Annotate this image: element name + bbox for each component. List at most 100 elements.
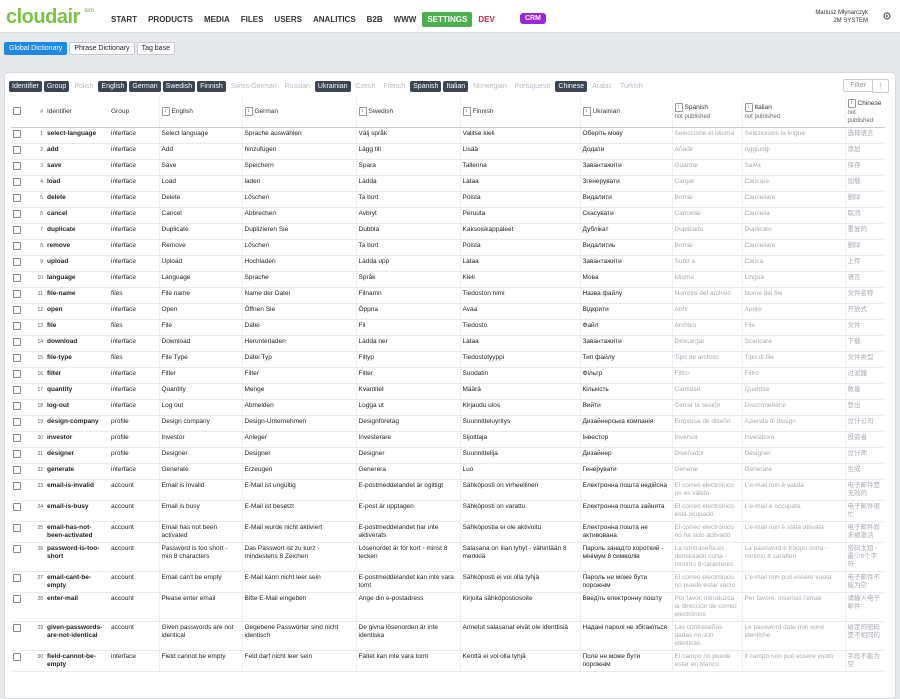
table-row[interactable]: 27 email-cant-be-empty account Email can't … <box>11 571 885 593</box>
table-row[interactable]: 10 language interface Language Sprache Språk K… <box>11 271 885 288</box>
cell-finnish[interactable]: Avaa <box>459 303 580 320</box>
cell-spanish[interactable]: Descargar <box>671 335 742 352</box>
cell-spanish[interactable]: El correo electrónico no es válido <box>671 479 742 501</box>
cell-italian[interactable]: Scaricare <box>741 335 845 352</box>
cell-spanish[interactable]: Generar <box>671 463 742 480</box>
cell-finnish[interactable]: Lataa <box>459 335 580 352</box>
row-checkbox[interactable] <box>13 338 21 346</box>
cell-english[interactable]: Email has not been activated <box>158 521 242 543</box>
cell-italian[interactable]: Nome del file <box>741 287 845 304</box>
cell-swedish[interactable]: Fältet kan inte vara tomt <box>355 650 460 672</box>
cell-finnish[interactable]: Kirjoita sähköpostiosoite <box>459 592 580 622</box>
row-checkbox[interactable] <box>13 624 21 632</box>
table-row[interactable]: 23 email-is-invalid account Email is invali… <box>11 479 885 501</box>
cell-italian[interactable]: Cancellare <box>741 239 845 256</box>
cell-spanish[interactable]: Duplicado <box>671 223 742 240</box>
cell-swedish[interactable]: Ange din e-postadress <box>355 592 460 622</box>
table-row[interactable]: 30 field-cannot-be-empty interface Field ca… <box>11 650 885 672</box>
cell-finnish[interactable]: Kenttä ei voi olla tyhjä <box>459 650 580 672</box>
cell-spanish[interactable]: Nombre del archivo <box>671 287 742 304</box>
lang-toggle-arabic[interactable]: Arabic <box>589 81 615 92</box>
cell-swedish[interactable]: Ladda <box>355 175 460 192</box>
cell-finnish[interactable]: Tiedoston nimi <box>459 287 580 304</box>
nav-b2b[interactable]: B2B <box>362 12 388 27</box>
table-row[interactable]: 26 password-is-too-short account Password i… <box>11 542 885 572</box>
cell-ukrainian[interactable]: Згенерувати <box>579 175 672 192</box>
lang-toggle-norwegian[interactable]: Norwegian <box>470 81 509 92</box>
cell-swedish[interactable]: Ladda ner <box>355 335 460 352</box>
cell-swedish[interactable]: Spara <box>355 159 460 176</box>
cell-italian[interactable]: Aggiungi <box>741 143 845 160</box>
cell-italian[interactable]: Il campo non può essere vuoto <box>741 650 845 672</box>
cell-chinese[interactable]: 上传 <box>844 255 885 272</box>
cell-italian[interactable]: Cancella <box>741 207 845 224</box>
cell-english[interactable]: Cancel <box>158 207 242 224</box>
table-row[interactable]: 29 given-passwords-are-not-identical accou… <box>11 621 885 651</box>
cell-ukrainian[interactable]: Дизайнер <box>579 447 672 464</box>
lang-toggle-ukrainian[interactable]: Ukrainian <box>314 81 351 92</box>
cell-swedish[interactable]: Investerare <box>355 431 460 448</box>
cell-chinese[interactable]: 电子邮件是无效的 <box>844 479 885 501</box>
cell-spanish[interactable]: La contraseña es demasiado corta - mínim… <box>671 542 742 572</box>
row-checkbox[interactable] <box>13 146 21 154</box>
cell-english[interactable]: Save <box>158 159 242 176</box>
table-row[interactable]: 4 load interface Load laden Ladda Lataa Згенеру… <box>11 175 885 192</box>
table-row[interactable]: 15 file-type files File Type Datei Typ Filtyp… <box>11 351 885 368</box>
cell-swedish[interactable]: Öppna <box>355 303 460 320</box>
col-identifier[interactable]: Identifier <box>45 97 109 128</box>
row-checkbox[interactable] <box>13 574 21 582</box>
cell-finnish[interactable]: Kieli <box>459 271 580 288</box>
cell-german[interactable]: E-Mail wurde nicht aktiviert <box>241 521 356 543</box>
nav-files[interactable]: FILES <box>236 12 269 27</box>
cell-swedish[interactable]: Avbryt <box>355 207 460 224</box>
row-checkbox[interactable] <box>13 194 21 202</box>
lang-toggle-portuguese[interactable]: Portuguese <box>512 81 554 92</box>
table-row[interactable]: 22 generate interface Generate Erzeugen Gener… <box>11 463 885 480</box>
cell-ukrainian[interactable]: Завантажити <box>579 159 672 176</box>
cell-spanish[interactable]: Cancelar <box>671 207 742 224</box>
cell-ukrainian[interactable]: Оберіть мову <box>579 127 672 144</box>
cell-finnish[interactable]: Suodatin <box>459 367 580 384</box>
cell-english[interactable]: Design company <box>158 415 242 432</box>
cell-english[interactable]: Email can't be empty <box>158 571 242 593</box>
cell-finnish[interactable]: Tallenna <box>459 159 580 176</box>
cell-ukrainian[interactable]: Електронна пошта не активована <box>579 521 672 543</box>
cell-ukrainian[interactable]: Файл <box>579 319 672 336</box>
cell-finnish[interactable]: Lisää <box>459 143 580 160</box>
cell-italian[interactable]: L'e-mail non è valida <box>741 479 845 501</box>
nav-analitics[interactable]: ANALITICS <box>308 12 361 27</box>
cell-english[interactable]: Email is busy <box>158 500 242 522</box>
row-checkbox[interactable] <box>13 226 21 234</box>
cell-swedish[interactable]: Ta bort <box>355 191 460 208</box>
cell-chinese[interactable]: 给定的密码是不相同的 <box>844 621 885 651</box>
cell-english[interactable]: Quantity <box>158 383 242 400</box>
cell-spanish[interactable]: Tipo de archivo <box>671 351 742 368</box>
cell-finnish[interactable]: Luo <box>459 463 580 480</box>
row-checkbox[interactable] <box>13 290 21 298</box>
cell-english[interactable]: Investor <box>158 431 242 448</box>
cell-finnish[interactable]: Sijoittaja <box>459 431 580 448</box>
cell-english[interactable]: Upload <box>158 255 242 272</box>
table-row[interactable]: 7 duplicate interface Duplicate Duplizieren … <box>11 223 885 240</box>
cell-german[interactable]: Speichern <box>241 159 356 176</box>
row-checkbox[interactable] <box>13 545 21 553</box>
cell-german[interactable]: Bitte E-Mail eingeben <box>241 592 356 622</box>
cell-swedish[interactable]: Filter <box>355 367 460 384</box>
cell-english[interactable]: Field cannot be empty <box>158 650 242 672</box>
lang-toggle-russian[interactable]: Russian <box>282 81 313 92</box>
nav-media[interactable]: MEDIA <box>199 12 235 27</box>
cell-spanish[interactable]: Seleccione el idioma <box>671 127 742 144</box>
cell-italian[interactable]: Selezionare la lingua <box>741 127 845 144</box>
cell-ukrainian[interactable]: Завантажити <box>579 255 672 272</box>
cell-spanish[interactable]: Borrar <box>671 191 742 208</box>
cell-english[interactable]: Add <box>158 143 242 160</box>
row-checkbox[interactable] <box>13 130 21 138</box>
cell-italian[interactable]: Le password date non sono identiche <box>741 621 845 651</box>
cell-swedish[interactable]: Välj språk <box>355 127 460 144</box>
sort-icon[interactable]: ↕ <box>358 107 367 117</box>
cell-italian[interactable]: Generare <box>741 463 845 480</box>
cell-finnish[interactable]: Suunnitteluyritys <box>459 415 580 432</box>
cell-spanish[interactable]: Archivo <box>671 319 742 336</box>
lang-toggle-turkish[interactable]: Turkish <box>617 81 646 92</box>
tab-tag-base[interactable]: Tag base <box>136 42 175 55</box>
